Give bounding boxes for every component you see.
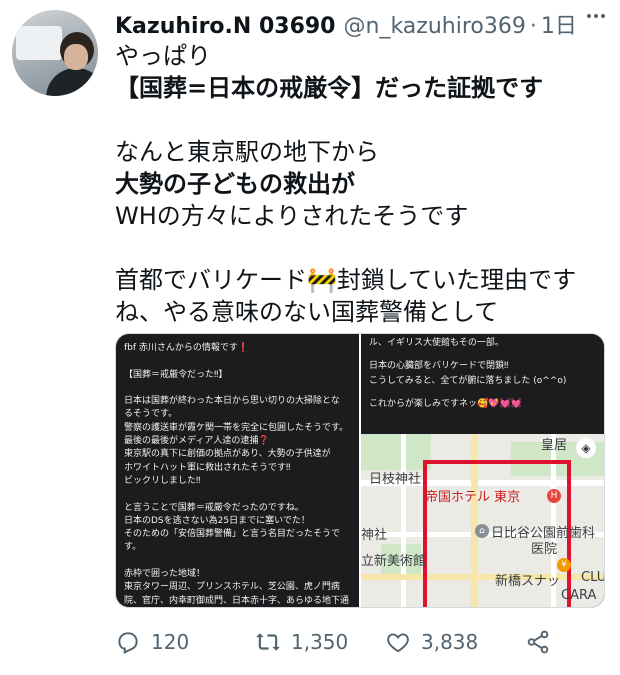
user-handle[interactable]: @n_kazuhiro369 <box>344 14 526 39</box>
image-text-line: 【国葬＝戒厳令だった‼】 <box>124 369 228 380</box>
image-chat-text: ル、イギリス大使館もその一部。 日本の心臓部をバリケードで閉鎖‼ こうしてみると… <box>361 334 604 434</box>
image-text-line: す。 <box>124 542 142 553</box>
map-label-hotel: 帝国ホテル 東京 <box>425 490 521 505</box>
tweet-text: やっぱり 【国葬=日本の戒厳令】だった証拠です なんと東京駅の地下から 大勢の子… <box>115 40 615 328</box>
avatar-body <box>46 68 98 96</box>
map-label-museum: 立新美術館 <box>361 554 427 569</box>
map-label-jinja: 神社 <box>361 528 388 543</box>
image-text-line: 警察の護送車が霞ケ関一帯を完全に包囲したそうです。 <box>124 422 349 433</box>
park-area <box>361 434 432 470</box>
retweet-button[interactable]: 1,350 <box>255 629 385 655</box>
reply-button[interactable]: 120 <box>115 629 255 655</box>
share-button[interactable] <box>525 629 551 655</box>
retweet-icon <box>256 633 280 651</box>
tweet-line: WHの方々によりされたそうです <box>115 202 469 230</box>
like-button[interactable]: 3,838 <box>385 629 525 655</box>
image-text-line: fbf 赤川さんからの情報です❗ <box>124 343 250 353</box>
tweet-line-gap <box>115 232 615 264</box>
display-name[interactable]: Kazuhiro.N 03690 <box>115 14 336 39</box>
map-pin-hotel: H <box>547 489 562 503</box>
more-icon[interactable] <box>586 6 606 32</box>
map-label-palace: 皇居 <box>541 438 568 453</box>
map-label-clinic: 医院 <box>531 542 558 557</box>
road <box>401 434 407 607</box>
tweet[interactable]: Kazuhiro.N 03690 @n_kazuhiro369 · 1日 やっぱ… <box>0 0 620 675</box>
like-count: 3,838 <box>421 630 479 654</box>
image-text-line: と言うことで国葬＝戒厳令だったのですね。 <box>124 502 304 513</box>
image-text-line: 日本は国葬が終わった本日から思い切りの大掃除とな <box>124 396 340 407</box>
image-text-line: ホワイトハット軍に救出されたそうです‼ <box>124 462 291 473</box>
image-text-line: 日本のDSを逃さない為25日までに塞いでた！ <box>124 515 310 526</box>
image-text-line: 院、官庁、内幸町御成門、日本赤十字、あらゆる地下通 <box>124 595 350 606</box>
heart-icon <box>387 633 409 653</box>
image-text-line: そのための「安倍国葬警備」と言う名目だったそうで <box>124 529 341 540</box>
avatar-face <box>64 44 88 70</box>
image-text-line: これからが楽しみですネッ🥰💖💓💓 <box>369 399 522 409</box>
tweet-header: Kazuhiro.N 03690 @n_kazuhiro369 · 1日 <box>115 8 608 40</box>
map-label-club: CLU <box>581 570 604 585</box>
image-text-line: るそうです。 <box>124 409 178 420</box>
image-text-line: 東京駅の真下に創価の拠点があり、大勢の子供達が <box>124 449 331 460</box>
tweet-actions: 120 1,350 3,838 <box>115 622 605 662</box>
avatar[interactable] <box>12 10 98 96</box>
map-label-cara: CARA <box>561 588 597 603</box>
reply-icon <box>118 632 138 654</box>
image-text-line: 日本の心臓部をバリケードで閉鎖‼ <box>369 361 509 371</box>
image-text-line: ビックリしました‼ <box>124 475 201 486</box>
tweet-line: ね、やる意味のない国葬警備として <box>115 298 499 326</box>
tweet-line: やっぱり <box>115 42 211 70</box>
separator-dot: · <box>529 14 537 39</box>
tweet-line: 首都でバリケード🚧封鎖していた理由です <box>115 266 577 294</box>
image-text-line: こうしてみると、全てが腑に落ちました (o^^o) <box>369 376 567 386</box>
layers-icon: ◈ <box>576 438 596 458</box>
tweet-line: 大勢の子どもの救出が <box>115 170 355 198</box>
media-grid[interactable]: fbf 赤川さんからの情報です❗ 【国葬＝戒厳令だった‼】 日本は国葬が終わった… <box>115 333 605 608</box>
image-text-line: 最後の最後がメディア人達の逮捕❓ <box>124 436 270 447</box>
map-image: 皇居 日枝神社 帝国ホテル 東京 H 神社 日比谷公園前歯科 医院 立新美術館 … <box>361 434 604 607</box>
map-label-shrine: 日枝神社 <box>369 472 422 487</box>
image-text-line: ル、イギリス大使館もその一部。 <box>369 338 504 348</box>
avatar-window <box>16 26 62 60</box>
share-icon <box>527 630 549 654</box>
map-pin: ¥ <box>557 558 572 572</box>
reply-count: 120 <box>151 630 190 654</box>
tweet-line-gap <box>115 104 615 136</box>
tweet-line: 【国葬=日本の戒厳令】だった証拠です <box>115 74 544 102</box>
image-text-line: 赤枠で囲った地域！ <box>124 569 206 580</box>
map-label-shinbashi: 新橋スナッ <box>495 574 561 589</box>
timestamp[interactable]: 1日 <box>541 8 577 40</box>
map-pin: ⌂ <box>475 524 490 538</box>
media-image-left[interactable]: fbf 赤川さんからの情報です❗ 【国葬＝戒厳令だった‼】 日本は国葬が終わった… <box>116 334 360 607</box>
media-image-right[interactable]: ル、イギリス大使館もその一部。 日本の心臓部をバリケードで閉鎖‼ こうしてみると… <box>361 334 604 607</box>
tweet-line: なんと東京駅の地下から <box>115 138 379 166</box>
image-text-line: 東京タワー周辺、プリンスホテル、芝公園、虎ノ門病 <box>124 582 340 593</box>
retweet-count: 1,350 <box>291 630 349 654</box>
